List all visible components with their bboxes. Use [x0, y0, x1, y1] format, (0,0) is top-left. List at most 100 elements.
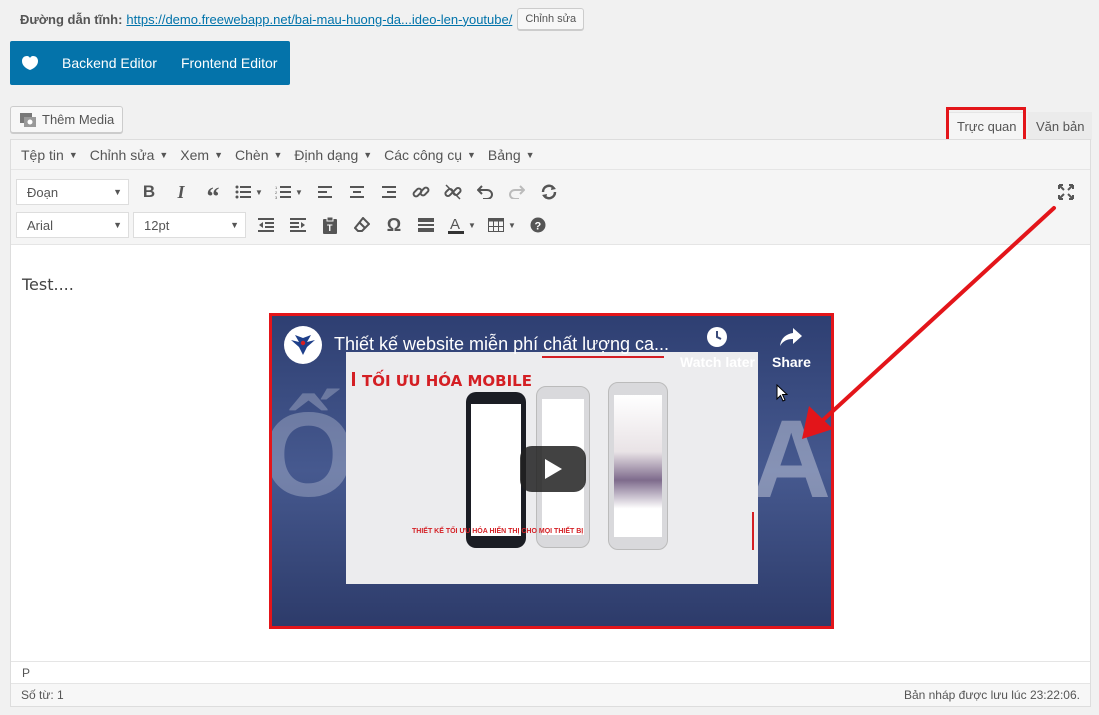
text-color-icon: A: [448, 216, 465, 234]
fullscreen-button[interactable]: [1050, 178, 1082, 206]
menu-table-label: Bảng: [487, 146, 521, 163]
menu-format[interactable]: Định dạng ▼: [288, 147, 378, 163]
unlink-icon: [444, 184, 462, 200]
channel-logo[interactable]: [284, 326, 322, 364]
blockquote-button[interactable]: “: [197, 178, 229, 210]
undo-icon: [477, 185, 493, 199]
indent-icon: [290, 218, 306, 232]
align-right-button[interactable]: [373, 178, 405, 206]
numbered-list-icon: 123: [275, 185, 292, 199]
text-color-button[interactable]: A ▼: [442, 211, 482, 239]
add-media-label: Thêm Media: [42, 112, 115, 127]
phone-image-silver-2: [608, 382, 668, 550]
editor: Tệp tin ▼ Chỉnh sửa ▼ Xem ▼ Chèn ▼ Định dạng…: [10, 139, 1091, 707]
menu-insert-label: Chèn: [235, 146, 269, 163]
quote-icon: “: [206, 182, 220, 211]
refresh-button[interactable]: [533, 178, 565, 206]
permalink-edit-button[interactable]: Chỉnh sửa: [517, 8, 585, 30]
font-family-select[interactable]: Arial ▼: [16, 212, 129, 238]
numbered-list-button[interactable]: 123 ▼: [269, 178, 309, 206]
tab-text[interactable]: Văn bản: [1028, 112, 1093, 140]
menu-format-label: Định dạng: [294, 146, 359, 163]
align-right-icon: [382, 186, 396, 198]
horizontal-line-button[interactable]: [410, 211, 442, 239]
bold-button[interactable]: B: [133, 178, 165, 206]
toolbar-row-2: Arial ▼ 12pt ▼ T Ω A ▼ ▼ ?: [16, 211, 554, 239]
insert-link-button[interactable]: [405, 178, 437, 206]
menu-view-label: Xem: [180, 146, 210, 163]
chevron-down-icon: ▼: [468, 220, 476, 230]
bullet-list-button[interactable]: ▼: [229, 178, 269, 206]
menu-edit-label: Chỉnh sửa: [89, 146, 155, 163]
menu-file[interactable]: Tệp tin ▼: [15, 147, 84, 163]
media-icon: [19, 112, 37, 128]
menu-view[interactable]: Xem ▼: [174, 147, 229, 163]
clear-formatting-button[interactable]: [346, 211, 378, 239]
chevron-down-icon: ▼: [255, 187, 263, 197]
chevron-down-icon: ▼: [68, 149, 78, 160]
video-bg-letter-right: A: [751, 398, 831, 521]
chevron-down-icon: ▼: [273, 149, 283, 160]
toolbar-row-1: Đoạn ▼ B I “ ▼ 123 ▼: [16, 178, 565, 210]
word-count: Số từ: 1: [21, 688, 64, 702]
bullet-list-icon: [235, 185, 252, 199]
italic-button[interactable]: I: [165, 178, 197, 206]
thumbnail-side-line: [752, 512, 754, 550]
thumbnail-brand-bar: [352, 372, 355, 386]
share-button[interactable]: Share: [772, 326, 811, 370]
menu-file-label: Tệp tin: [21, 146, 64, 163]
block-format-value: Đoạn: [27, 184, 59, 200]
svg-text:?: ?: [535, 221, 542, 233]
paste-text-button[interactable]: T: [314, 211, 346, 239]
clock-icon: [707, 327, 728, 347]
embedded-video[interactable]: Ố A TỐI ƯU HÓA MOBILE THIẾT KẾ TỐI ƯU HÓ…: [269, 313, 834, 629]
indent-button[interactable]: [282, 211, 314, 239]
video-title[interactable]: Thiết kế website miễn phí chất lượng ca.…: [334, 334, 669, 355]
permalink-row: Đường dẫn tĩnh: https://demo.freewebapp.…: [20, 8, 585, 30]
font-size-select[interactable]: 12pt ▼: [133, 212, 246, 238]
align-center-button[interactable]: [341, 178, 373, 206]
eraser-icon: [354, 217, 370, 232]
phone-screen: [471, 404, 521, 536]
chevron-down-icon: ▼: [466, 149, 476, 160]
chevron-down-icon: ▼: [363, 149, 373, 160]
play-icon: [545, 459, 562, 479]
chevron-down-icon: ▼: [113, 187, 122, 197]
link-icon: [412, 186, 430, 198]
watch-later-button[interactable]: Watch later: [680, 326, 755, 370]
backend-editor-button[interactable]: Backend Editor: [50, 41, 169, 85]
menu-table[interactable]: Bảng ▼: [482, 147, 541, 163]
status-bar: Số từ: 1 Bản nháp được lưu lúc 23:22:06.: [11, 683, 1090, 706]
menu-tools[interactable]: Các công cụ ▼: [378, 147, 482, 163]
chevron-down-icon: ▼: [508, 220, 516, 230]
block-format-select[interactable]: Đoạn ▼: [16, 179, 129, 205]
special-character-button[interactable]: Ω: [378, 211, 410, 239]
add-media-button[interactable]: Thêm Media: [10, 106, 124, 133]
table-icon: [488, 218, 505, 232]
frontend-editor-button[interactable]: Frontend Editor: [169, 41, 290, 85]
chevron-down-icon: ▼: [230, 220, 239, 230]
remove-link-button[interactable]: [437, 178, 469, 206]
svg-text:A: A: [450, 216, 460, 233]
thumbnail-accent-line: [542, 356, 664, 358]
table-button[interactable]: ▼: [482, 211, 522, 239]
bold-icon: B: [142, 182, 156, 201]
svg-text:T: T: [327, 223, 333, 233]
editor-content[interactable]: Test.... Ố A TỐI ƯU HÓA MOBILE THIẾT KẾ …: [11, 246, 1090, 661]
outdent-button[interactable]: [250, 211, 282, 239]
permalink-link[interactable]: https://demo.freewebapp.net/bai-mau-huon…: [126, 12, 512, 27]
menu-tools-label: Các công cụ: [384, 146, 462, 163]
video-bg-letter-left: Ố: [269, 388, 356, 522]
share-icon: [780, 328, 803, 346]
undo-button[interactable]: [469, 178, 501, 206]
align-left-button[interactable]: [309, 178, 341, 206]
redo-button[interactable]: [501, 178, 533, 206]
help-button[interactable]: ?: [522, 211, 554, 239]
watch-later-label: Watch later: [680, 354, 755, 370]
menu-edit[interactable]: Chỉnh sửa ▼: [84, 147, 175, 163]
editor-menubar: Tệp tin ▼ Chỉnh sửa ▼ Xem ▼ Chèn ▼ Định dạng…: [11, 140, 1090, 170]
video-caption: THIẾT KẾ TỐI ƯU HÓA HIỂN THỊ CHO MỌI THI…: [412, 528, 584, 535]
chevron-down-icon: ▼: [295, 187, 303, 197]
play-button[interactable]: [520, 446, 586, 492]
menu-insert[interactable]: Chèn ▼: [229, 147, 288, 163]
